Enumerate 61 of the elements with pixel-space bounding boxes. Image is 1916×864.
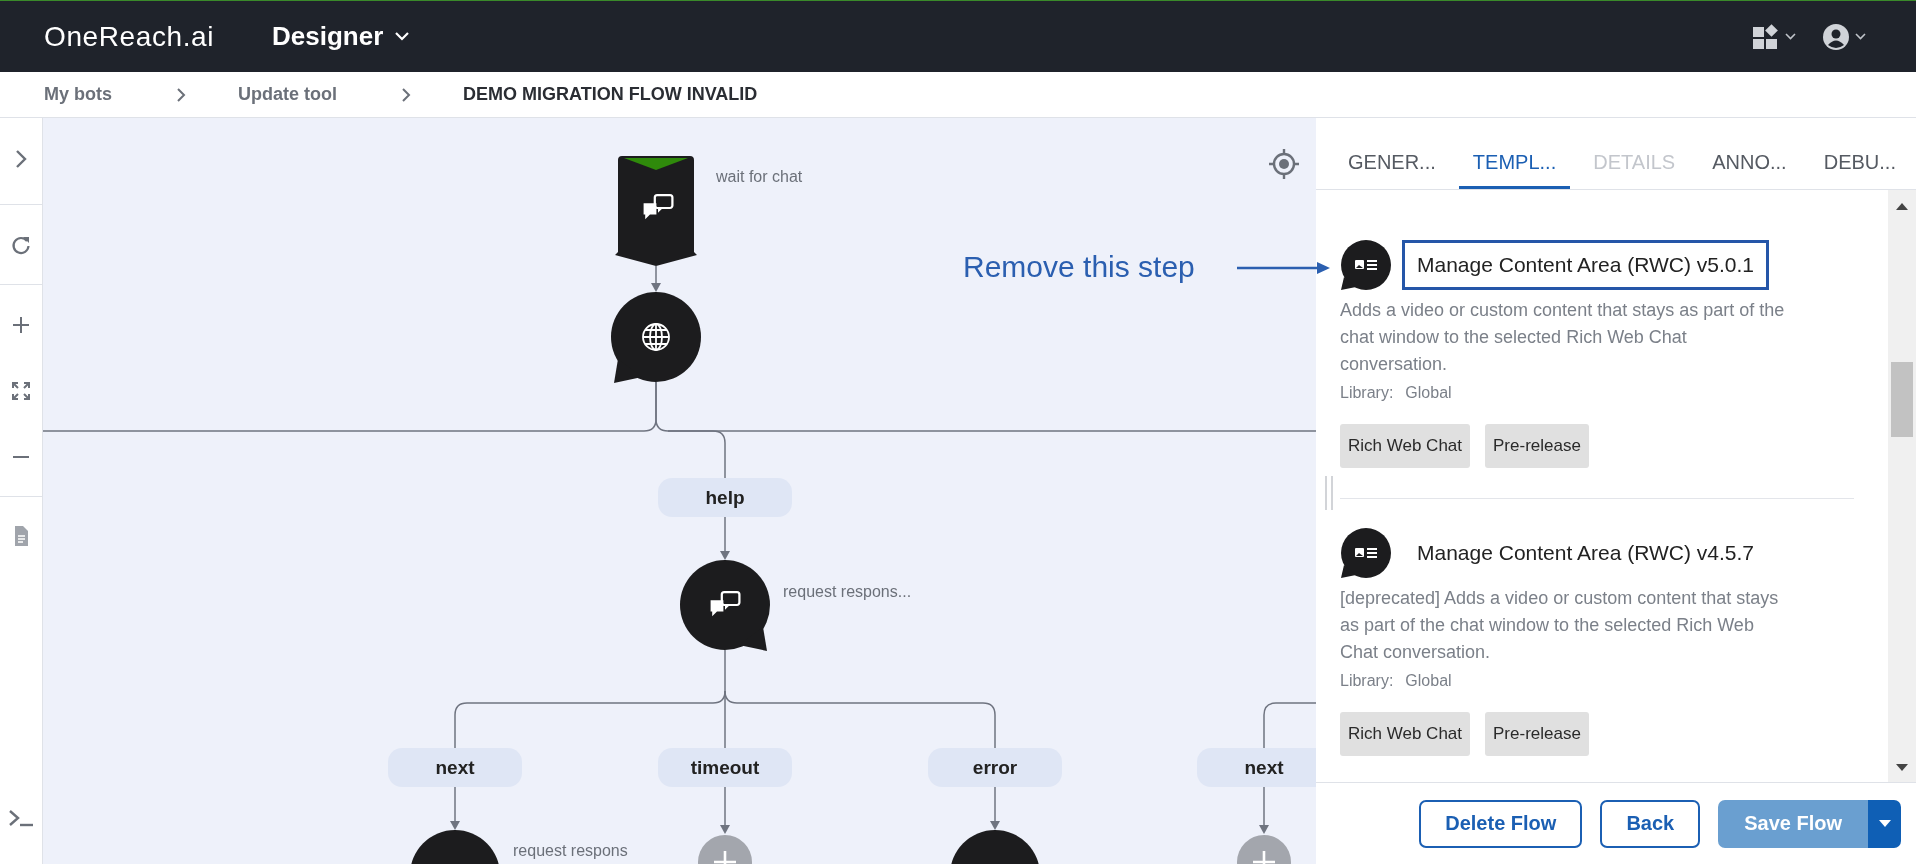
branch-label[interactable]: next xyxy=(388,748,522,787)
scroll-up-icon[interactable] xyxy=(1895,202,1909,210)
library-value: Global xyxy=(1405,384,1452,402)
connector-arrow xyxy=(450,786,460,830)
step-node[interactable] xyxy=(610,291,702,384)
node-label: request respons xyxy=(513,842,628,860)
node-label: request respons... xyxy=(783,583,912,601)
resize-handle[interactable] xyxy=(1324,476,1334,510)
action-button[interactable]: Delete Flow xyxy=(1419,799,1583,848)
branch-label[interactable]: next xyxy=(1197,748,1316,787)
panel-tab: DETAILS xyxy=(1579,151,1690,189)
scroll-down-icon[interactable] xyxy=(1895,764,1909,772)
step-node[interactable] xyxy=(679,559,771,652)
logo[interactable]: OneReach.ai xyxy=(44,20,215,53)
annotation-text: Remove this step xyxy=(963,250,1195,284)
connector-line xyxy=(1263,702,1316,749)
tag: Pre-release xyxy=(1485,712,1589,756)
dropdown-button[interactable] xyxy=(1868,799,1901,848)
chevron-right-icon xyxy=(176,86,186,103)
scrollbar-thumb[interactable] xyxy=(1891,362,1913,437)
panel-tab[interactable]: TEMPL... xyxy=(1458,151,1571,189)
tag: Rich Web Chat xyxy=(1340,712,1470,756)
caret-icon[interactable] xyxy=(1855,33,1866,40)
chevron-right-icon xyxy=(401,86,411,103)
tag: Rich Web Chat xyxy=(1340,424,1470,468)
connector-arrow xyxy=(990,786,1000,830)
user-avatar-icon[interactable] xyxy=(1822,22,1850,51)
locate-icon[interactable] xyxy=(1268,148,1300,180)
connector-arrow xyxy=(651,265,661,292)
connector-arrow xyxy=(720,515,730,560)
template-description: Adds a video or custom content that stays as part of the chat window to the selected Rich Web Chat conversation. xyxy=(1340,299,1786,376)
library-label: Library: xyxy=(1340,672,1394,690)
refresh-icon[interactable] xyxy=(10,234,32,256)
caret-icon[interactable] xyxy=(1785,33,1796,40)
action-button[interactable]: Back xyxy=(1600,799,1701,848)
branch-label[interactable]: error xyxy=(928,748,1062,787)
branch-label[interactable]: help xyxy=(658,478,792,517)
library-value: Global xyxy=(1405,672,1452,690)
template-title[interactable]: Manage Content Area (RWC) v4.5.7 xyxy=(1402,528,1769,578)
caret-icon xyxy=(1878,820,1891,827)
panel-tab[interactable]: DEBU... xyxy=(1809,151,1910,189)
zoom-in-icon[interactable] xyxy=(10,314,32,336)
connector-arrow xyxy=(720,786,730,834)
terminal-icon[interactable] xyxy=(8,808,34,828)
branch-label[interactable]: timeout xyxy=(658,748,792,787)
tag: Pre-release xyxy=(1485,424,1589,468)
apps-icon[interactable] xyxy=(1752,22,1780,51)
panel-tab[interactable]: GENER... xyxy=(1334,151,1450,189)
template-title[interactable]: Manage Content Area (RWC) v5.0.1 xyxy=(1402,240,1769,290)
app-title: Designer xyxy=(272,21,384,52)
library-label: Library: xyxy=(1340,384,1394,402)
panel-tab[interactable]: ANNO... xyxy=(1698,151,1801,189)
node-label: wait for chat xyxy=(716,168,803,186)
fit-screen-icon[interactable] xyxy=(10,380,32,402)
breadcrumb-link[interactable]: My bots xyxy=(44,84,112,105)
content-step-icon xyxy=(1340,527,1392,579)
breadcrumb-link[interactable]: Update tool xyxy=(238,84,337,105)
trigger-node[interactable] xyxy=(615,156,697,266)
content-step-icon xyxy=(1340,239,1392,291)
connector-arrow xyxy=(1259,786,1269,834)
template-description: [deprecated] Adds a video or custom content that stays as part of the chat window to the selected Rich Web Chat conversation. xyxy=(1340,587,1780,664)
